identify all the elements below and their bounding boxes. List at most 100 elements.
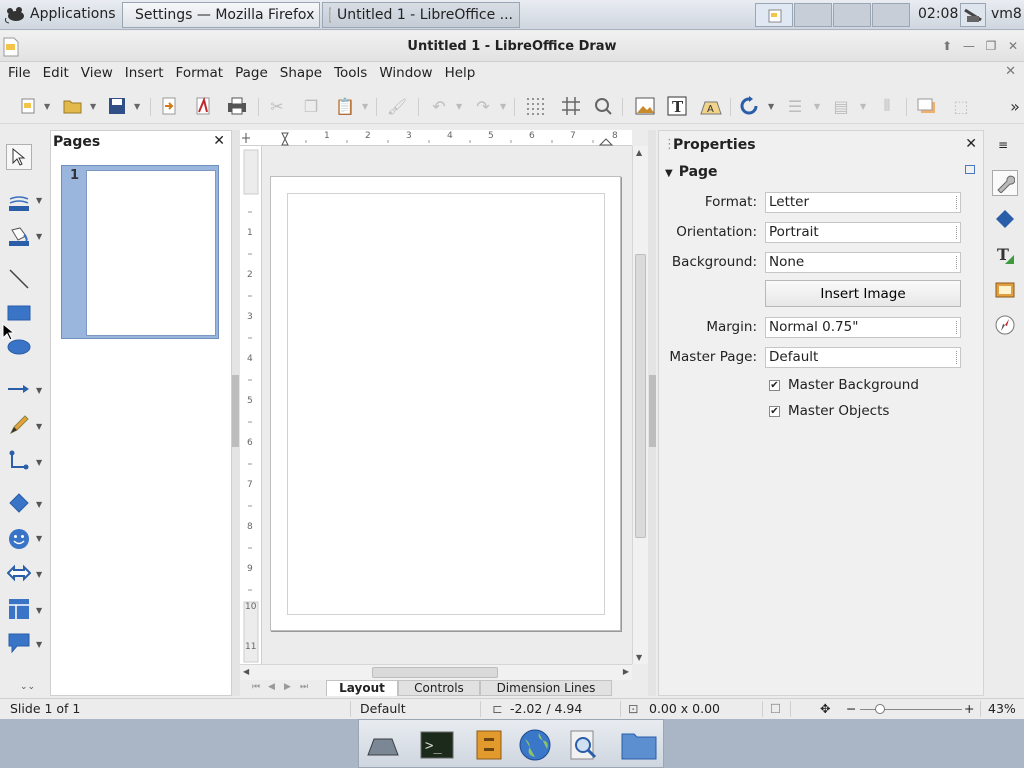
folder-icon[interactable] bbox=[621, 728, 657, 762]
tab-controls[interactable]: Controls bbox=[398, 680, 480, 696]
open-folder-icon[interactable] bbox=[62, 95, 84, 117]
new-document-icon[interactable] bbox=[18, 95, 40, 117]
line-color-icon[interactable] bbox=[6, 190, 32, 216]
web-browser-icon[interactable] bbox=[517, 728, 553, 762]
curve-tool-icon[interactable] bbox=[6, 412, 32, 438]
line-color-dropdown-icon[interactable]: ▼ bbox=[36, 196, 42, 205]
drawing-canvas[interactable] bbox=[262, 146, 632, 664]
page-thumbnail-selected[interactable]: 1 bbox=[61, 165, 219, 339]
task-firefox[interactable]: Settings — Mozilla Firefox bbox=[122, 2, 320, 28]
vertical-scroll-thumb[interactable] bbox=[635, 254, 646, 538]
menu-shape[interactable]: Shape bbox=[274, 62, 328, 84]
menu-help[interactable]: Help bbox=[439, 62, 482, 84]
align-objects-icon[interactable]: ☰ bbox=[784, 95, 806, 117]
workspace-2[interactable] bbox=[794, 3, 832, 27]
arrange-icon[interactable]: ▤ bbox=[830, 95, 852, 117]
arrange-dropdown-icon[interactable]: ▼ bbox=[860, 102, 866, 111]
drawing-page[interactable] bbox=[270, 176, 621, 631]
redo-dropdown-icon[interactable]: ▼ bbox=[500, 102, 506, 111]
line-tool-icon[interactable] bbox=[6, 266, 32, 292]
checkbox-checked-icon[interactable]: ✔ bbox=[769, 379, 780, 391]
undo-dropdown-icon[interactable]: ▼ bbox=[456, 102, 462, 111]
connector-tool-icon[interactable] bbox=[6, 448, 32, 474]
save-dropdown-icon[interactable]: ▼ bbox=[134, 102, 140, 111]
menu-format[interactable]: Format bbox=[170, 62, 230, 84]
export-pdf-icon[interactable] bbox=[192, 95, 214, 117]
paste-icon[interactable]: 📋 bbox=[334, 95, 356, 117]
paste-dropdown-icon[interactable]: ▼ bbox=[362, 102, 368, 111]
tab-nav-prev-icon[interactable]: ◀ bbox=[268, 682, 275, 692]
tab-layout[interactable]: Layout bbox=[326, 680, 398, 696]
zoom-slider-handle[interactable] bbox=[875, 704, 885, 714]
horizontal-scrollbar[interactable]: ◀ ▶ bbox=[240, 664, 632, 680]
flowchart-dropdown-icon[interactable]: ▼ bbox=[36, 606, 42, 615]
save-icon[interactable] bbox=[106, 95, 128, 117]
task-libreoffice[interactable]: Untitled 1 - LibreOffice ... bbox=[322, 2, 520, 28]
shadow-icon[interactable] bbox=[916, 95, 938, 117]
vertical-ruler[interactable]: 1 2 3 4 5 6 7 8 9 10 11 bbox=[240, 146, 262, 664]
curves-dropdown-icon[interactable]: ▼ bbox=[36, 422, 42, 431]
insert-fontwork-icon[interactable]: A bbox=[700, 95, 722, 117]
redo-icon[interactable]: ↷ bbox=[472, 95, 494, 117]
page-margin-area[interactable] bbox=[287, 193, 605, 615]
navigator-icon[interactable] bbox=[992, 312, 1018, 338]
workspace-1[interactable] bbox=[755, 3, 793, 27]
helplines-icon[interactable] bbox=[560, 95, 582, 117]
display-grid-icon[interactable] bbox=[524, 95, 546, 117]
master-objects-checkbox[interactable]: ✔ Master Objects bbox=[769, 403, 889, 419]
basic-shapes-dropdown-icon[interactable]: ▼ bbox=[36, 500, 42, 509]
insert-image-button[interactable]: Insert Image bbox=[765, 280, 961, 307]
block-arrows-icon[interactable] bbox=[6, 560, 32, 586]
callouts-dropdown-icon[interactable]: ▼ bbox=[36, 640, 42, 649]
right-splitter[interactable] bbox=[648, 130, 656, 696]
left-splitter[interactable] bbox=[232, 130, 240, 696]
close-window-button[interactable]: ✕ bbox=[1006, 39, 1020, 53]
close-properties-icon[interactable]: ✕ bbox=[965, 136, 977, 152]
checkbox-checked-icon[interactable]: ✔ bbox=[769, 405, 780, 417]
close-pages-pane-icon[interactable]: ✕ bbox=[213, 133, 225, 149]
orientation-select[interactable]: Portrait bbox=[765, 222, 961, 243]
master-page-select[interactable]: Default bbox=[765, 347, 961, 368]
menu-edit[interactable]: Edit bbox=[37, 62, 75, 84]
close-document-icon[interactable]: ✕ bbox=[1005, 64, 1016, 79]
workspace-4[interactable] bbox=[872, 3, 910, 27]
sidebar-menu-icon[interactable]: ≡ bbox=[998, 138, 1008, 152]
menu-view[interactable]: View bbox=[75, 62, 119, 84]
scroll-right-icon[interactable]: ▶ bbox=[623, 667, 629, 676]
network-icon[interactable] bbox=[960, 3, 986, 27]
scroll-up-icon[interactable]: ▲ bbox=[636, 148, 642, 157]
rotate-icon[interactable] bbox=[738, 95, 760, 117]
shade-button[interactable]: ⬆ bbox=[940, 39, 954, 53]
block-arrows-dropdown-icon[interactable]: ▼ bbox=[36, 570, 42, 579]
zoom-out-icon[interactable]: − bbox=[846, 701, 856, 716]
page-thumbnail[interactable] bbox=[86, 170, 216, 336]
select-arrow-icon[interactable] bbox=[6, 144, 32, 170]
zoom-level[interactable]: 43% bbox=[988, 701, 1016, 716]
show-desktop-icon[interactable] bbox=[365, 728, 401, 762]
callout-shapes-icon[interactable] bbox=[6, 630, 32, 656]
export-icon[interactable] bbox=[158, 95, 180, 117]
properties-wrench-icon[interactable] bbox=[992, 170, 1018, 196]
crop-icon[interactable]: ⬚ bbox=[950, 95, 972, 117]
file-cabinet-icon[interactable] bbox=[471, 728, 507, 762]
format-select[interactable]: Letter bbox=[765, 192, 961, 213]
gallery-icon[interactable] bbox=[992, 276, 1018, 302]
insert-text-box-icon[interactable]: T bbox=[666, 95, 688, 117]
right-splitter-grip[interactable] bbox=[649, 375, 656, 447]
menu-window[interactable]: Window bbox=[373, 62, 438, 84]
fill-color-dropdown-icon[interactable]: ▼ bbox=[36, 232, 42, 241]
master-background-checkbox[interactable]: ✔ Master Background bbox=[769, 377, 919, 393]
align-dropdown-icon[interactable]: ▼ bbox=[814, 102, 820, 111]
undo-icon[interactable]: ↶ bbox=[428, 95, 450, 117]
margin-select[interactable]: Normal 0.75" bbox=[765, 317, 961, 338]
toolbar-more-icon[interactable]: ⌄⌄ bbox=[20, 682, 35, 692]
distribute-icon[interactable]: ⫴ bbox=[876, 95, 898, 117]
horizontal-ruler[interactable]: 1 2 3 4 5 6 7 8 bbox=[240, 130, 632, 146]
arrow-line-tool-icon[interactable] bbox=[6, 376, 32, 402]
symbol-shapes-icon[interactable] bbox=[6, 526, 32, 552]
fit-page-icon[interactable]: ✥ bbox=[820, 701, 830, 716]
horizontal-scroll-thumb[interactable] bbox=[372, 667, 498, 678]
shapes-diamond-icon[interactable] bbox=[992, 206, 1018, 232]
fill-color-icon[interactable] bbox=[6, 224, 32, 250]
zoom-in-icon[interactable]: + bbox=[964, 701, 974, 716]
